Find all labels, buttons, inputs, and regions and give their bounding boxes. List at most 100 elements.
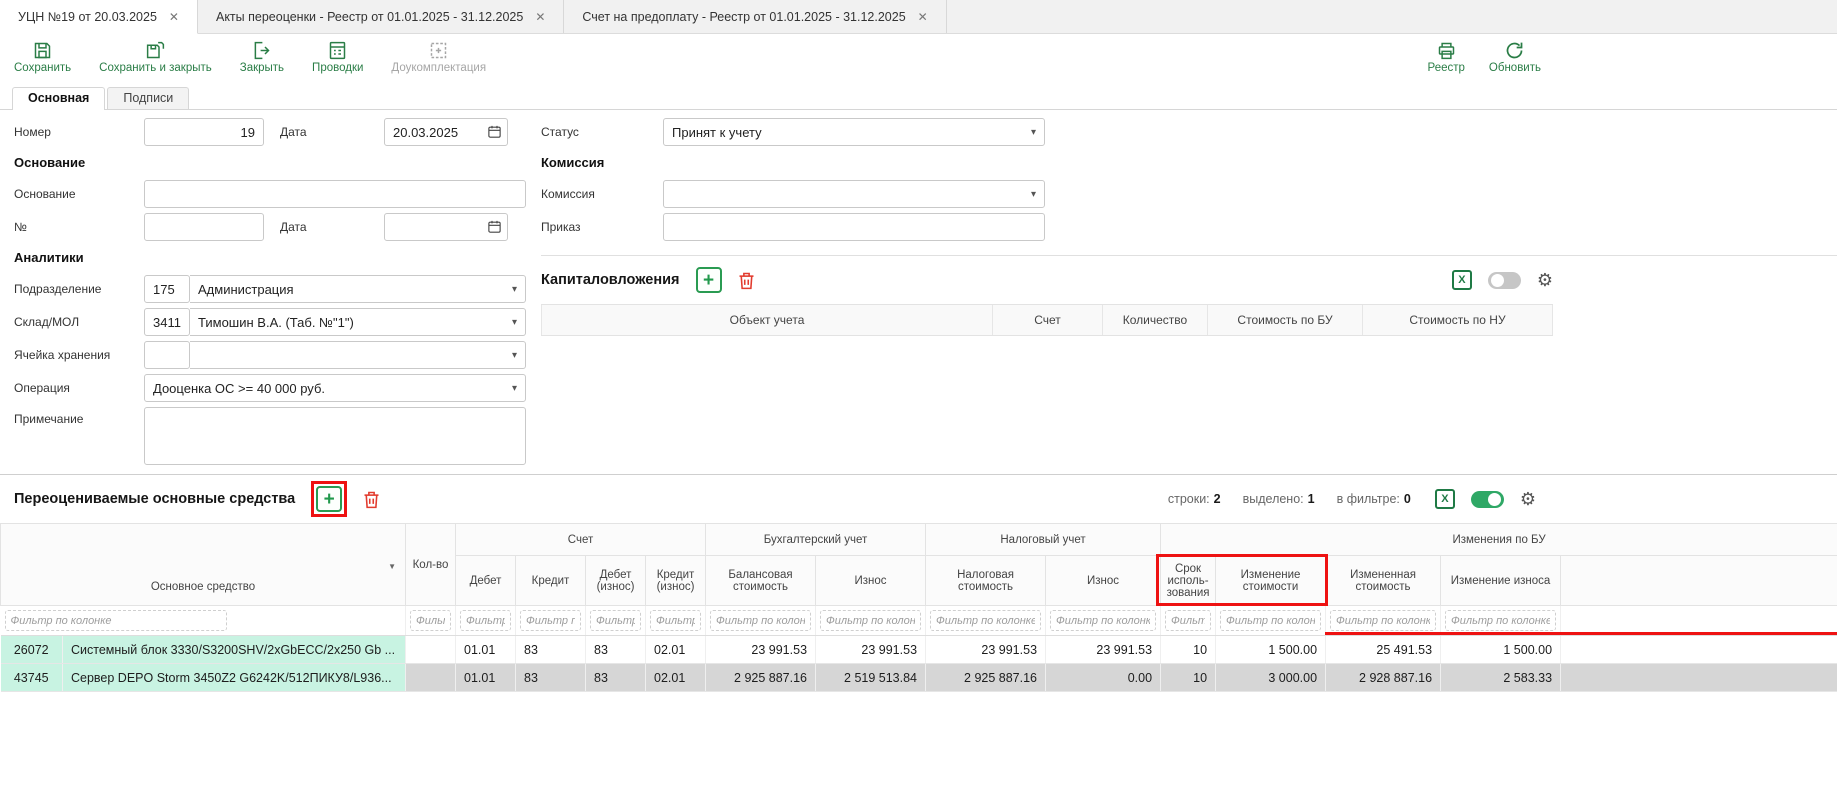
gear-icon[interactable]: ⚙ bbox=[1537, 271, 1553, 289]
asset-name-cell[interactable]: Системный блок 3330/S3200SHV/2xGbECC/2x2… bbox=[63, 636, 406, 664]
column-header-qty[interactable]: Кол-во bbox=[406, 524, 456, 606]
balance-value-cell[interactable]: 23 991.53 bbox=[706, 636, 816, 664]
basis-field[interactable] bbox=[144, 180, 526, 208]
column-header-debit[interactable]: Дебет bbox=[456, 556, 516, 606]
excel-export-icon[interactable]: X bbox=[1435, 489, 1455, 509]
warehouse-select[interactable]: Тимошин В.А. (Таб. №"1") ▾ bbox=[190, 308, 526, 336]
column-header-credit[interactable]: Кредит bbox=[516, 556, 586, 606]
depreciation-bu-cell[interactable]: 2 519 513.84 bbox=[816, 664, 926, 692]
capital-add-button[interactable]: + bbox=[696, 267, 722, 293]
filter-qty-input[interactable] bbox=[410, 610, 451, 631]
assets-add-button[interactable]: + bbox=[316, 486, 342, 512]
tax-value-cell[interactable]: 23 991.53 bbox=[926, 636, 1046, 664]
asset-id-cell[interactable]: 43745 bbox=[1, 664, 63, 692]
order-field[interactable] bbox=[663, 213, 1045, 241]
filter-changed-value-input[interactable] bbox=[1330, 610, 1436, 631]
credit-cell[interactable]: 83 bbox=[516, 636, 586, 664]
note-field[interactable] bbox=[144, 407, 526, 465]
filter-tax-value-input[interactable] bbox=[930, 610, 1041, 631]
filter-debit-dep-input[interactable] bbox=[590, 610, 641, 631]
column-menu-icon[interactable]: ▼ bbox=[388, 562, 396, 571]
debit-dep-cell[interactable]: 83 bbox=[586, 664, 646, 692]
department-code-field[interactable] bbox=[144, 275, 190, 303]
close-button[interactable]: Закрыть bbox=[240, 40, 284, 74]
department-select[interactable]: Администрация ▾ bbox=[190, 275, 526, 303]
operation-select[interactable]: Дооценка ОС >= 40 000 руб. ▾ bbox=[144, 374, 526, 402]
filter-depreciation-bu-input[interactable] bbox=[820, 610, 921, 631]
filter-depreciation-change-input[interactable] bbox=[1445, 610, 1556, 631]
close-icon[interactable]: ✕ bbox=[169, 10, 179, 24]
value-change-cell[interactable]: 1 500.00 bbox=[1216, 636, 1326, 664]
useful-life-cell[interactable]: 10 bbox=[1161, 636, 1216, 664]
table-row-selected[interactable]: 43745 Сервер DEPO Storm 3450Z2 G6242K/51… bbox=[1, 664, 1837, 692]
changed-value-cell[interactable]: 2 928 887.16 bbox=[1326, 664, 1441, 692]
asset-name-cell[interactable]: Сервер DEPO Storm 3450Z2 G6242K/512ПИКУ8… bbox=[63, 664, 406, 692]
capital-column-object[interactable]: Объект учета bbox=[541, 305, 993, 335]
assets-delete-button[interactable] bbox=[361, 489, 382, 510]
depreciation-bu-cell[interactable]: 23 991.53 bbox=[816, 636, 926, 664]
excel-export-icon[interactable]: X bbox=[1452, 270, 1472, 290]
status-select[interactable]: Принят к учету ▾ bbox=[663, 118, 1045, 146]
calendar-icon[interactable] bbox=[487, 124, 502, 139]
filter-credit-input[interactable] bbox=[520, 610, 581, 631]
gear-icon[interactable]: ⚙ bbox=[1520, 490, 1536, 508]
filter-asset-input[interactable] bbox=[5, 610, 227, 631]
close-icon[interactable]: ✕ bbox=[535, 10, 545, 24]
storage-cell-code-field[interactable] bbox=[144, 341, 190, 369]
debit-cell[interactable]: 01.01 bbox=[456, 636, 516, 664]
depreciation-nu-cell[interactable]: 0.00 bbox=[1046, 664, 1161, 692]
tab-signatures[interactable]: Подписи bbox=[107, 87, 189, 109]
filter-depreciation-nu-input[interactable] bbox=[1050, 610, 1156, 631]
table-row[interactable]: 26072 Системный блок 3330/S3200SHV/2xGbE… bbox=[1, 636, 1837, 664]
column-header-credit-dep[interactable]: Кредит (износ) bbox=[646, 556, 706, 606]
refresh-button[interactable]: Обновить bbox=[1489, 40, 1541, 74]
save-button[interactable]: Сохранить bbox=[14, 40, 71, 74]
filter-debit-input[interactable] bbox=[460, 610, 511, 631]
capital-column-account[interactable]: Счет bbox=[993, 305, 1103, 335]
window-tab-invoice-registry[interactable]: Счет на предоплату - Реестр от 01.01.202… bbox=[564, 0, 946, 33]
credit-cell[interactable]: 83 bbox=[516, 664, 586, 692]
column-header-depreciation-bu[interactable]: Износ bbox=[816, 556, 926, 606]
column-header-tax-value[interactable]: Налоговая стоимость bbox=[926, 556, 1046, 606]
registry-button[interactable]: Реестр bbox=[1428, 40, 1465, 74]
window-tab-revaluation-registry[interactable]: Акты переоценки - Реестр от 01.01.2025 -… bbox=[198, 0, 564, 33]
depreciation-nu-cell[interactable]: 23 991.53 bbox=[1046, 636, 1161, 664]
commission-select[interactable]: ▾ bbox=[663, 180, 1045, 208]
column-header-useful-life[interactable]: Срок исполь-зования bbox=[1161, 556, 1216, 606]
balance-value-cell[interactable]: 2 925 887.16 bbox=[706, 664, 816, 692]
tax-value-cell[interactable]: 2 925 887.16 bbox=[926, 664, 1046, 692]
debit-cell[interactable]: 01.01 bbox=[456, 664, 516, 692]
credit-dep-cell[interactable]: 02.01 bbox=[646, 636, 706, 664]
changed-value-cell[interactable]: 25 491.53 bbox=[1326, 636, 1441, 664]
window-tab-document[interactable]: УЦН №19 от 20.03.2025 ✕ bbox=[0, 0, 198, 34]
save-and-close-button[interactable]: Сохранить и закрыть bbox=[99, 40, 212, 74]
column-header-depreciation-nu[interactable]: Износ bbox=[1046, 556, 1161, 606]
depreciation-change-cell[interactable]: 1 500.00 bbox=[1441, 636, 1561, 664]
asset-id-cell[interactable]: 26072 bbox=[1, 636, 63, 664]
number-field[interactable] bbox=[144, 118, 264, 146]
capital-column-quantity[interactable]: Количество bbox=[1103, 305, 1208, 335]
warehouse-code-field[interactable] bbox=[144, 308, 190, 336]
column-header-debit-dep[interactable]: Дебет (износ) bbox=[586, 556, 646, 606]
filter-balance-value-input[interactable] bbox=[710, 610, 811, 631]
postings-button[interactable]: Проводки bbox=[312, 40, 363, 74]
column-header-balance-value[interactable]: Балансовая стоимость bbox=[706, 556, 816, 606]
column-header-asset[interactable]: Основное средство ▼ bbox=[1, 524, 406, 606]
column-header-value-change[interactable]: Изменение стоимости bbox=[1216, 556, 1326, 606]
column-header-changed-value[interactable]: Измененная стоимость bbox=[1326, 556, 1441, 606]
basis-number-field[interactable] bbox=[144, 213, 264, 241]
capital-column-cost-bu[interactable]: Стоимость по БУ bbox=[1208, 305, 1363, 335]
close-icon[interactable]: ✕ bbox=[918, 10, 928, 24]
filter-useful-life-input[interactable] bbox=[1165, 610, 1211, 631]
capital-delete-button[interactable] bbox=[736, 270, 757, 291]
useful-life-cell[interactable]: 10 bbox=[1161, 664, 1216, 692]
filter-value-change-input[interactable] bbox=[1220, 610, 1321, 631]
filter-credit-dep-input[interactable] bbox=[650, 610, 701, 631]
qty-cell[interactable] bbox=[406, 664, 456, 692]
tab-main[interactable]: Основная bbox=[12, 87, 105, 110]
depreciation-change-cell[interactable]: 2 583.33 bbox=[1441, 664, 1561, 692]
assets-toggle[interactable] bbox=[1471, 491, 1504, 508]
capital-toggle[interactable] bbox=[1488, 272, 1521, 289]
value-change-cell[interactable]: 3 000.00 bbox=[1216, 664, 1326, 692]
storage-cell-select[interactable]: ▾ bbox=[190, 341, 526, 369]
